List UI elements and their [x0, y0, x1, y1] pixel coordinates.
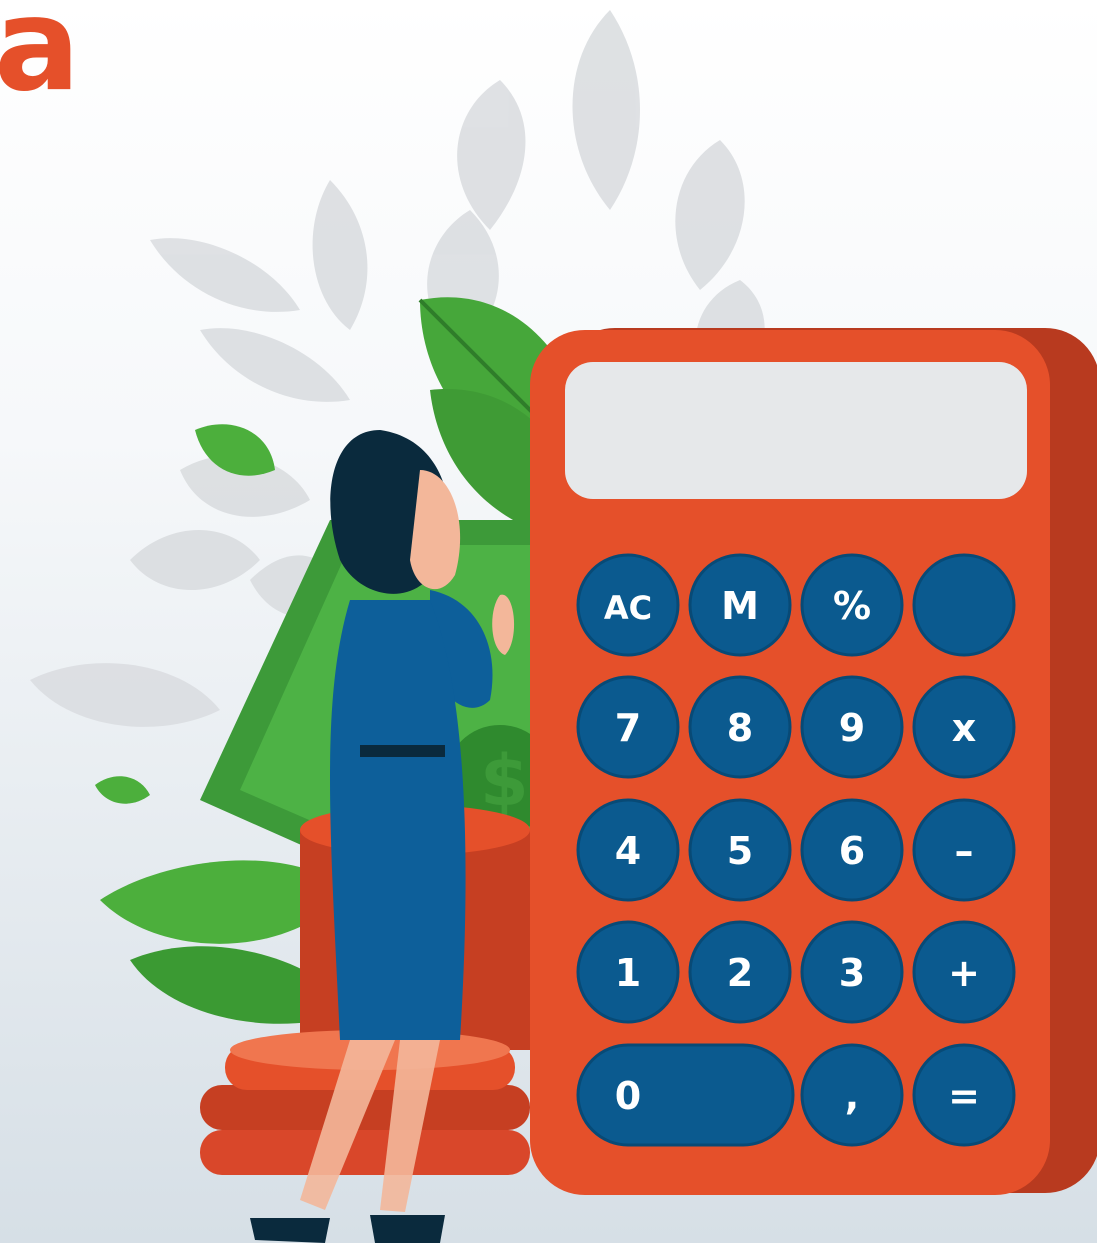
- key-4-button[interactable]: 4: [576, 798, 680, 902]
- key-comma-button[interactable]: ,: [800, 1043, 904, 1147]
- key-blank-button[interactable]: [912, 553, 1016, 657]
- key-1-label: 1: [615, 951, 641, 995]
- calculator-display: [565, 362, 1027, 499]
- key-2-label: 2: [727, 951, 753, 995]
- key-plus-button[interactable]: +: [912, 920, 1016, 1024]
- key-plus-label: +: [948, 951, 980, 995]
- key-minus-button[interactable]: –: [912, 798, 1016, 902]
- key-2-button[interactable]: 2: [688, 920, 792, 1024]
- key-5-label: 5: [727, 829, 753, 873]
- key-1-button[interactable]: 1: [576, 920, 680, 1024]
- key-ac-label: AC: [604, 589, 652, 627]
- key-5-button[interactable]: 5: [688, 798, 792, 902]
- key-7-button[interactable]: 7: [576, 675, 680, 779]
- key-3-label: 3: [839, 951, 865, 995]
- key-ac-button[interactable]: AC: [576, 553, 680, 657]
- key-8-button[interactable]: 8: [688, 675, 792, 779]
- key-4-label: 4: [615, 829, 641, 873]
- key-multiply-button[interactable]: x: [912, 675, 1016, 779]
- key-3-button[interactable]: 3: [800, 920, 904, 1024]
- key-comma-label: ,: [845, 1074, 859, 1118]
- key-6-button[interactable]: 6: [800, 798, 904, 902]
- key-9-button[interactable]: 9: [800, 675, 904, 779]
- key-multiply-label: x: [952, 706, 977, 750]
- key-equals-label: =: [948, 1074, 980, 1118]
- key-m-button[interactable]: M: [688, 553, 792, 657]
- key-7-label: 7: [615, 706, 641, 750]
- key-0-button[interactable]: 0: [576, 1043, 795, 1147]
- key-6-label: 6: [839, 829, 865, 873]
- key-0-label: 0: [615, 1074, 641, 1118]
- key-equals-button[interactable]: =: [912, 1043, 1016, 1147]
- key-8-label: 8: [727, 706, 753, 750]
- illustration: $ AC M % 7 8 9 x 4 5 6 – 1 2 3 +0, =: [30, 10, 1097, 1243]
- key-percent-button[interactable]: %: [800, 553, 904, 657]
- key-m-label: M: [721, 584, 759, 628]
- key-9-label: 9: [839, 706, 865, 750]
- key-percent-label: %: [833, 584, 871, 628]
- key-minus-label: –: [955, 829, 974, 873]
- svg-text:$: $: [480, 740, 529, 822]
